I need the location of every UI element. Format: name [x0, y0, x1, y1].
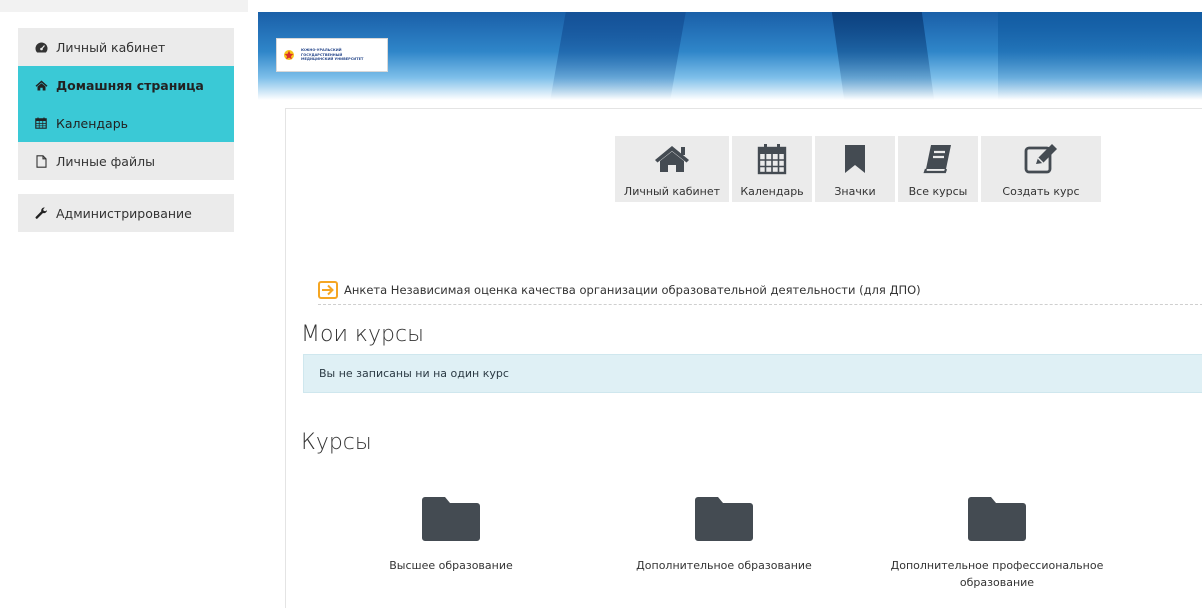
folder-icon: [695, 497, 753, 541]
sidebar-item-private-files[interactable]: Личные файлы: [18, 142, 234, 180]
category-label: Дополнительное профессиональное образова…: [890, 559, 1104, 589]
calendar-icon: [757, 143, 787, 175]
dashboard-icon: [33, 40, 49, 54]
quicklink-label: Все курсы: [908, 185, 968, 198]
sidebar: Личный кабинет Домашняя страница Календа…: [0, 0, 248, 608]
logo-text: ЮЖНО-УРАЛЬСКИЙ ГОСУДАРСТВЕННЫЙ МЕДИЦИНСК…: [301, 48, 364, 62]
sidebar-item-calendar[interactable]: Календарь: [18, 104, 234, 142]
nav-group-admin: Администрирование: [18, 194, 234, 232]
no-courses-alert: Вы не записаны ни на один курс: [303, 354, 1202, 393]
survey-link-label: Анкета Независимая оценка качества орган…: [344, 282, 921, 297]
sidebar-item-label: Администрирование: [56, 205, 192, 221]
quicklink-badges[interactable]: Значки: [815, 136, 895, 202]
sign-in-icon: [318, 280, 338, 299]
wrench-icon: [33, 206, 49, 220]
category-higher-education[interactable]: Высшее образование: [331, 495, 571, 574]
category-label: Высшее образование: [389, 559, 513, 572]
book-icon: [923, 143, 953, 175]
quick-links: Личный кабинет Календарь Значки Все курс…: [615, 136, 1101, 202]
banner-decoration: [998, 12, 1202, 100]
folder-icon: [422, 497, 480, 541]
quicklink-calendar[interactable]: Календарь: [732, 136, 812, 202]
header-banner: ЮЖНО-УРАЛЬСКИЙ ГОСУДАРСТВЕННЫЙ МЕДИЦИНСК…: [258, 12, 1202, 100]
quicklink-label: Создать курс: [1002, 185, 1080, 198]
bookmark-icon: [844, 143, 866, 175]
banner-decoration: [831, 12, 935, 100]
home-icon: [33, 78, 49, 92]
sidebar-item-home[interactable]: Домашняя страница: [18, 66, 234, 104]
sidebar-top-strip: [0, 0, 248, 12]
university-logo[interactable]: ЮЖНО-УРАЛЬСКИЙ ГОСУДАРСТВЕННЫЙ МЕДИЦИНСК…: [276, 38, 388, 72]
category-label: Дополнительное образование: [636, 559, 812, 572]
sidebar-item-label: Личные файлы: [56, 153, 155, 169]
edit-icon: [1024, 143, 1058, 175]
quicklink-label: Личный кабинет: [623, 185, 721, 198]
quicklink-label: Значки: [834, 185, 876, 198]
calendar-icon: [33, 116, 49, 130]
file-icon: [33, 154, 49, 168]
banner-decoration: [550, 12, 686, 100]
quicklink-dashboard[interactable]: Личный кабинет: [615, 136, 729, 202]
my-courses-heading: Мои курсы: [301, 322, 424, 347]
survey-link[interactable]: Анкета Независимая оценка качества орган…: [318, 275, 1202, 305]
courses-heading: Курсы: [301, 430, 372, 455]
nav-group-main: Личный кабинет Домашняя страница Календа…: [18, 28, 234, 180]
sidebar-item-administration[interactable]: Администрирование: [18, 194, 234, 232]
quicklink-label: Календарь: [740, 185, 804, 198]
category-professional-education[interactable]: Дополнительное профессиональное образова…: [877, 495, 1117, 591]
sidebar-item-dashboard[interactable]: Личный кабинет: [18, 28, 234, 66]
quicklink-create-course[interactable]: Создать курс: [981, 136, 1101, 202]
category-additional-education[interactable]: Дополнительное образование: [604, 495, 844, 574]
alert-text: Вы не записаны ни на один курс: [319, 367, 509, 380]
emblem-icon: [284, 50, 294, 60]
sidebar-item-label: Домашняя страница: [56, 77, 204, 93]
folder-icon: [968, 497, 1026, 541]
quicklink-all-courses[interactable]: Все курсы: [898, 136, 978, 202]
main-content: Личный кабинет Календарь Значки Все курс…: [285, 108, 1202, 608]
sidebar-item-label: Календарь: [56, 115, 128, 131]
sidebar-item-label: Личный кабинет: [56, 39, 166, 55]
home-icon: [654, 143, 690, 175]
